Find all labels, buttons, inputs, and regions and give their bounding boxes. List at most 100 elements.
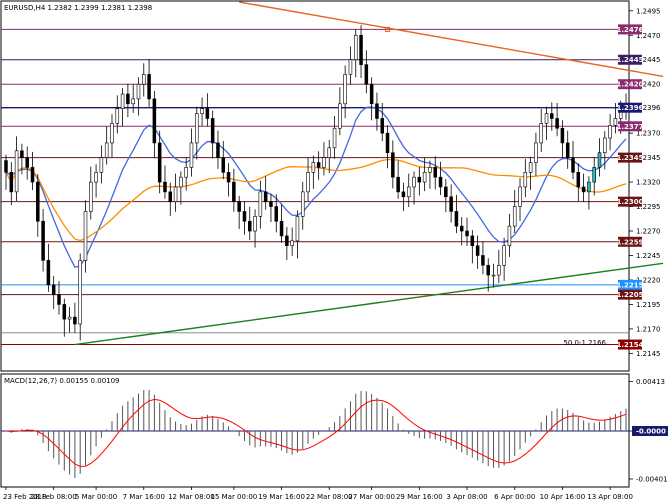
candle-body	[592, 167, 596, 183]
candle-body	[422, 171, 427, 183]
price-tick-label: 1.2145	[636, 350, 661, 358]
candle-body	[147, 74, 151, 100]
macd-title: MACD(12,26,7) 0.00155 0.00109	[4, 377, 120, 385]
macd-tick-label: 0.00413	[636, 378, 665, 386]
candle-body	[512, 206, 517, 227]
candle-body	[253, 216, 257, 232]
candle-body	[99, 157, 104, 173]
candle-body	[486, 264, 490, 276]
candle-body	[30, 167, 35, 183]
candle-body	[221, 157, 226, 173]
time-tick-label: 6 Apr 00:00	[494, 493, 535, 501]
candle-body	[428, 167, 432, 173]
candle-body	[491, 274, 496, 277]
candle-body	[295, 216, 300, 242]
candle-body	[380, 118, 384, 134]
candle-body	[4, 160, 8, 173]
candle-body	[316, 162, 321, 168]
candle-body	[168, 191, 173, 202]
candle-body	[242, 211, 247, 222]
candle-body	[263, 191, 268, 202]
candle-body	[41, 220, 45, 261]
price-tick-label: 1.2245	[636, 252, 661, 260]
candle-body	[343, 74, 347, 105]
candle-body	[210, 118, 215, 144]
candle-body	[417, 176, 422, 183]
candle-body	[581, 186, 586, 193]
candle-body	[110, 123, 114, 144]
candle-body	[126, 93, 130, 105]
candle-body	[269, 201, 273, 207]
candle-body	[332, 127, 337, 149]
chart-canvas: 1.24951.24701.24451.24201.23961.23701.23…	[0, 0, 670, 504]
candle-body	[338, 103, 342, 129]
candle-body	[237, 201, 241, 212]
candle-body	[608, 125, 612, 139]
candle-body	[534, 142, 538, 163]
level-label: 1.2300	[616, 198, 643, 206]
price-tick-label: 1.2170	[636, 325, 661, 333]
candle-body	[550, 113, 554, 119]
time-tick-label: 3 Apr 08:00	[446, 493, 487, 501]
time-tick-label: 7 Mar 16:00	[123, 493, 165, 501]
candle-body	[544, 113, 549, 124]
candle-body	[136, 83, 141, 100]
candle-body	[597, 152, 602, 168]
candle-body	[385, 132, 390, 154]
candle-body	[306, 171, 310, 193]
candle-body	[200, 108, 204, 114]
candle-body	[375, 103, 379, 119]
candle-body	[67, 316, 72, 320]
candle-body	[285, 235, 289, 247]
candle-body	[406, 186, 411, 198]
time-tick-label: 27 Mar 00:00	[348, 493, 395, 501]
candle-body	[454, 211, 459, 227]
level-label: 1.2154	[616, 341, 643, 349]
candle-body	[528, 162, 533, 173]
candle-body	[184, 167, 188, 178]
candle-body	[83, 211, 88, 261]
time-tick-label: 28 Feb 08:00	[31, 493, 77, 501]
candle-body	[327, 147, 332, 158]
level-label: 1.2476	[616, 26, 643, 34]
candle-body	[571, 157, 575, 173]
price-tick-label: 1.2320	[636, 179, 661, 187]
candle-body	[560, 127, 565, 144]
candle-body	[587, 181, 591, 193]
candle-body	[89, 181, 93, 212]
price-tick-label: 1.2495	[636, 7, 661, 15]
candle-body	[518, 186, 522, 207]
macd-tick-label: -0.0000	[636, 428, 666, 436]
candle-body	[311, 162, 316, 173]
candle-body	[62, 304, 67, 320]
candle-body	[401, 191, 406, 198]
candle-body	[131, 98, 135, 105]
candle-body	[470, 235, 475, 247]
candle-body	[179, 176, 183, 188]
candle-body	[57, 294, 61, 305]
candle-body	[539, 123, 543, 144]
time-tick-label: 19 Mar 16:00	[258, 493, 305, 501]
time-tick-label: 22 Mar 08:00	[306, 493, 353, 501]
candle-body	[279, 220, 284, 237]
candle-body	[25, 157, 29, 168]
candle-body	[459, 225, 464, 232]
candle-body	[163, 181, 167, 193]
time-tick-label: 10 Apr 16:00	[540, 493, 586, 501]
candle-body	[205, 108, 210, 119]
time-tick-label: 12 Mar 08:00	[168, 493, 215, 501]
candle-body	[104, 142, 109, 158]
time-tick-label: 13 Apr 08:00	[587, 493, 633, 501]
candle-body	[555, 118, 559, 129]
candle-body	[353, 34, 358, 61]
candle-body	[438, 176, 443, 188]
candle-body	[14, 150, 19, 193]
candle-body	[465, 230, 469, 237]
candle-body	[348, 59, 353, 75]
candle-body	[603, 137, 607, 154]
fib-label: 50.0-1.2166	[563, 339, 606, 347]
candle-body	[497, 264, 501, 276]
candle-body	[232, 181, 236, 202]
candle-body	[300, 191, 305, 217]
candle-body	[78, 260, 82, 325]
